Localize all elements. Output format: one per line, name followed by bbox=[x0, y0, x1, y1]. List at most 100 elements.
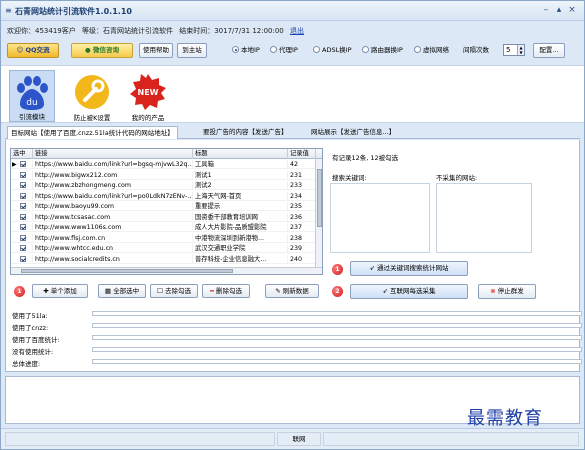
value-cell: 237 bbox=[288, 223, 316, 233]
account-info: 欢迎你：453419客户 等级：石青网站统计引流软件 结束时间：3017/7/3… bbox=[7, 26, 304, 36]
table-row[interactable]: https://www.baidu.com/link?url=po0LdkN7z… bbox=[11, 191, 322, 201]
row-checkbox[interactable] bbox=[19, 192, 26, 199]
horizontal-scrollbar[interactable] bbox=[11, 267, 322, 274]
collect-button[interactable]: ➶ 互联网每选采集 bbox=[350, 284, 468, 299]
progress-bar-cnzz bbox=[92, 323, 582, 328]
progress-bar-baidu bbox=[92, 335, 582, 340]
table-row[interactable]: http://www.baoyu99.com 重要提示 235 bbox=[11, 202, 322, 212]
radio-proxy-ip[interactable]: 代理IP bbox=[270, 46, 298, 55]
module-traffic[interactable]: du 引流模块 bbox=[9, 70, 55, 122]
uncheck-icon: ☐ bbox=[157, 287, 165, 295]
table-row[interactable]: http://www.www1106s.com 成人大片影院-品质盟影院 237 bbox=[11, 223, 322, 233]
row-select-cell[interactable] bbox=[11, 244, 33, 254]
table-row[interactable]: http://www.zbzhongmeng.com 测试2 233 bbox=[11, 181, 322, 191]
radio-virtual-network[interactable]: 虚拟网络 bbox=[414, 46, 449, 55]
wechat-button[interactable]: ● 微信咨询 bbox=[71, 43, 133, 58]
title-cell: 上海天气网-首页 bbox=[193, 191, 288, 201]
interval-stepper[interactable]: 5 ▲ ▼ bbox=[503, 44, 525, 56]
title-bar: ≡ 石青网站统计引流软件1.0.1.10 – ▴ × bbox=[1, 1, 584, 21]
table-row[interactable]: ▶ https://www.baidu.com/link?url=bgsq-mjv… bbox=[11, 160, 322, 170]
table-row[interactable]: http://www.whtcc.edu.cn 武汉交通职业学院 239 bbox=[11, 244, 322, 254]
table-row[interactable]: http://www.bigwx212.com 测试1 231 bbox=[11, 170, 322, 180]
add-single-button[interactable]: ✚ 单个添加 bbox=[32, 284, 88, 298]
radio-adsl-ip[interactable]: ADSL换IP bbox=[313, 46, 352, 55]
col-link[interactable]: 链接 bbox=[33, 149, 193, 159]
help-button[interactable]: 使用帮助 bbox=[139, 43, 173, 58]
toolbar: ☺ QQ交流 ● 微信咨询 使用帮助 到主站 本地IP 代理IP ADSL换IP… bbox=[1, 41, 584, 61]
arrow-icon: ➶ bbox=[369, 264, 377, 272]
col-title[interactable]: 标题 bbox=[193, 149, 288, 159]
row-select-cell[interactable] bbox=[11, 212, 33, 222]
close-button[interactable]: × bbox=[567, 5, 577, 15]
title-cell: 测试1 bbox=[193, 170, 288, 180]
minimize-button[interactable]: – bbox=[541, 5, 551, 15]
title-cell: 测试2 bbox=[193, 181, 288, 191]
row-checkbox[interactable] bbox=[19, 245, 26, 251]
radio-label: 路由器换IP bbox=[371, 46, 403, 54]
row-select-cell[interactable] bbox=[11, 170, 33, 180]
baidu-paw-icon: du bbox=[17, 76, 48, 110]
wrench-icon bbox=[75, 75, 109, 109]
row-select-cell[interactable] bbox=[11, 191, 33, 201]
logout-link[interactable]: 退出 bbox=[290, 27, 304, 35]
module-anti-k[interactable]: 防止被K设置 bbox=[69, 70, 115, 122]
status-segment bbox=[5, 432, 275, 446]
scroll-thumb[interactable] bbox=[317, 169, 322, 227]
progress-bar-none bbox=[92, 347, 582, 352]
module-products[interactable]: NEW 我的的产品 bbox=[125, 70, 171, 122]
refresh-button[interactable]: ✎ 刷新数据 bbox=[265, 284, 319, 298]
row-select-cell[interactable] bbox=[11, 233, 33, 243]
stop-button[interactable]: ⊗ 停止群发 bbox=[478, 284, 536, 299]
qq-button[interactable]: ☺ QQ交流 bbox=[7, 43, 59, 58]
interval-value: 5 bbox=[506, 46, 511, 54]
tab-ad-content[interactable]: 要投广告的内容【发送广告】 bbox=[200, 126, 291, 139]
select-all-button[interactable]: ▦ 全部选中 bbox=[98, 284, 146, 298]
row-checkbox[interactable] bbox=[19, 161, 26, 167]
stepper-arrows-icon[interactable]: ▲ ▼ bbox=[517, 45, 524, 55]
welcome-text: 欢迎你：453419客户 bbox=[7, 27, 76, 35]
row-select-cell[interactable] bbox=[11, 202, 33, 212]
row-checkbox[interactable] bbox=[19, 224, 26, 230]
col-select[interactable]: 选中 bbox=[11, 149, 33, 159]
radio-router-ip[interactable]: 路由器换IP bbox=[362, 46, 403, 55]
row-checkbox[interactable] bbox=[19, 203, 26, 209]
radio-label: 虚拟网络 bbox=[423, 46, 449, 54]
col-value[interactable]: 记录值 bbox=[288, 149, 316, 159]
config-button[interactable]: 配置... bbox=[533, 43, 565, 58]
deselect-button[interactable]: ☐ 去除勾选 bbox=[150, 284, 198, 298]
row-checkbox[interactable] bbox=[19, 171, 26, 178]
table-row[interactable]: http://www.tcsasac.com 国资委干部教育培训网 236 bbox=[11, 212, 322, 222]
row-pointer-icon: ▶ bbox=[12, 161, 17, 168]
radio-dot bbox=[313, 46, 320, 53]
delete-checked-button[interactable]: ━ 删除勾选 bbox=[202, 284, 250, 298]
keyword-stats-button[interactable]: ➶ 通过关键词搜索统计网站 bbox=[350, 261, 468, 276]
row-select-cell[interactable] bbox=[11, 223, 33, 233]
record-count: 有记录12条, 12被勾选 bbox=[332, 154, 399, 162]
row-checkbox[interactable] bbox=[19, 213, 26, 220]
step-badge-1: 1 bbox=[332, 264, 343, 275]
keyword-textarea[interactable] bbox=[330, 183, 430, 253]
row-select-cell[interactable] bbox=[11, 181, 33, 191]
radio-local-ip[interactable]: 本地IP bbox=[232, 46, 260, 55]
table-row[interactable]: http://www.flsj.com.cn 中港物流深圳到新港物... 238 bbox=[11, 233, 322, 243]
row-select-cell[interactable] bbox=[11, 254, 33, 264]
tab-site-display[interactable]: 网站展示【发送广告信息...】 bbox=[308, 126, 398, 139]
vertical-scrollbar[interactable] bbox=[315, 159, 322, 274]
scroll-thumb[interactable] bbox=[21, 269, 233, 273]
row-select-cell[interactable]: ▶ bbox=[11, 160, 33, 170]
table-row[interactable]: http://www.socialcredits.cn 普存科技-企业信息融大..… bbox=[11, 254, 322, 264]
progress-label: 使用了百度统计: bbox=[12, 336, 60, 344]
row-checkbox[interactable] bbox=[19, 234, 26, 241]
title-cell: 中港物流深圳到新港物... bbox=[193, 233, 288, 243]
row-checkbox[interactable] bbox=[19, 182, 26, 188]
menu-icon[interactable]: ≡ bbox=[5, 7, 12, 15]
exclude-textarea[interactable] bbox=[436, 183, 532, 253]
row-checkbox[interactable] bbox=[19, 255, 26, 262]
tab-target-sites[interactable]: 目标网站【使用了百度,cnzz.51la统计代码的网站地址】 bbox=[7, 126, 178, 139]
step-badge-1: 1 bbox=[14, 286, 25, 297]
title-cell: 国资委干部教育培训网 bbox=[193, 212, 288, 222]
window-title: 石青网站统计引流软件1.0.1.10 bbox=[15, 7, 132, 16]
home-button[interactable]: 到主站 bbox=[177, 43, 207, 58]
site-grid[interactable]: 选中 链接 标题 记录值 ▶ https://www.baidu.com/link… bbox=[10, 148, 323, 275]
maximize-button[interactable]: ▴ bbox=[554, 5, 564, 15]
